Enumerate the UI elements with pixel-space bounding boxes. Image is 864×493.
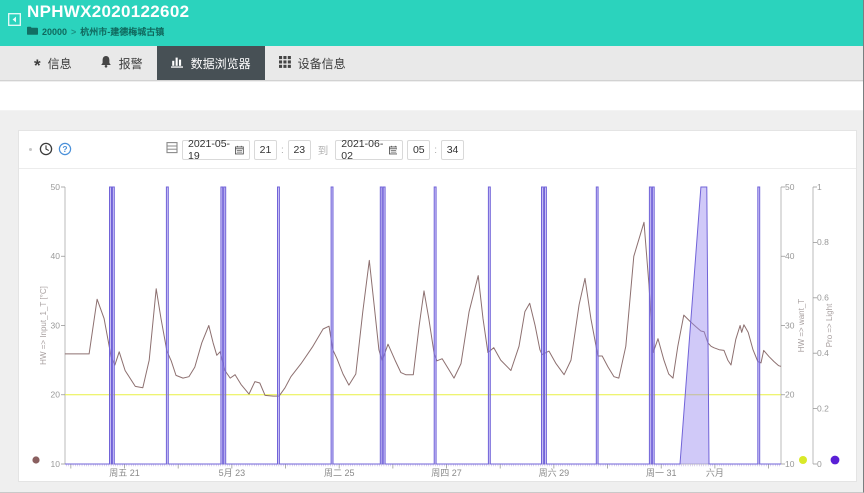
device-page: NPHWX2020122602 20000 > 杭州市-建德梅城古镇 * 信息 … <box>0 0 864 493</box>
svg-text:?: ? <box>62 144 67 154</box>
clock-icon[interactable] <box>39 142 53 156</box>
x-tick-label: 周二 25 <box>324 468 355 478</box>
y-tick-label: 50 <box>785 182 795 192</box>
y-tick-label: 0.2 <box>817 403 829 413</box>
tab-bar: * 信息 报警 数据浏览器 <box>0 46 863 81</box>
start-date-value: 2021-05-19 <box>188 138 235 162</box>
end-hour-input[interactable]: 05 <box>407 140 430 160</box>
y-tick-label: 30 <box>785 320 795 330</box>
page-header: NPHWX2020122602 20000 > 杭州市-建德梅城古镇 <box>0 0 863 46</box>
start-date-input[interactable]: 2021-05-19 <box>182 140 250 160</box>
tab-alarm[interactable]: 报警 <box>86 46 157 80</box>
tab-label: 报警 <box>119 55 143 72</box>
tab-info[interactable]: * 信息 <box>20 46 86 80</box>
y-tick-label: 50 <box>51 182 61 192</box>
series-light <box>65 187 781 464</box>
tab-data-browser[interactable]: 数据浏览器 <box>157 46 265 80</box>
end-date-value: 2021-06-02 <box>341 138 388 162</box>
end-minute-value: 34 <box>447 144 459 156</box>
x-tick-label: 周五 21 <box>109 468 140 478</box>
grid-icon <box>279 56 291 71</box>
device-location[interactable]: 杭州市-建德梅城古镇 <box>80 25 164 38</box>
y-tick-label: 0 <box>817 459 822 469</box>
help-icon[interactable]: ? <box>58 142 72 156</box>
y-tick-label: 40 <box>785 251 795 261</box>
breadcrumb: 20000 > 杭州市-建德梅城古镇 <box>27 25 164 38</box>
device-title: NPHWX2020122602 <box>27 2 189 22</box>
time-range-controls: 2021-05-19 21 : 23 到 2021-06-02 05 : 34 <box>166 140 464 160</box>
x-tick-label: 周六 29 <box>539 467 570 478</box>
breadcrumb-separator: > <box>71 27 76 37</box>
site-id[interactable]: 20000 <box>42 27 67 37</box>
legend-dot-want-t[interactable] <box>799 456 807 464</box>
time-colon: : <box>434 145 437 156</box>
start-minute-input[interactable]: 23 <box>288 140 311 160</box>
axis-title-left: HW => Input_1_T [°C] <box>39 286 48 365</box>
y-tick-label: 0.6 <box>817 293 829 303</box>
x-tick-label: 周一 31 <box>646 468 677 478</box>
legend-dot-input-1-t[interactable] <box>32 456 39 463</box>
legend-dot-light[interactable] <box>831 456 840 465</box>
content-spacer <box>0 82 863 111</box>
y-tick-label: 40 <box>51 251 61 261</box>
bar-chart-icon <box>171 56 184 71</box>
y-tick-label: 20 <box>51 390 61 400</box>
axis-title-right-2: Pro => Light <box>825 303 834 347</box>
series-input-1-t <box>65 222 781 396</box>
range-to-label: 到 <box>315 143 332 158</box>
calendar-list-icon[interactable] <box>166 141 178 159</box>
x-tick-label: 5月 23 <box>219 468 246 478</box>
sidebar-collapse-icon[interactable] <box>8 13 21 26</box>
y-tick-label: 0.8 <box>817 237 829 247</box>
tab-label: 设备信息 <box>298 55 346 72</box>
tab-label: 信息 <box>48 55 72 72</box>
x-tick-label: 六月 <box>706 467 724 478</box>
calendar-icon <box>389 145 398 155</box>
data-browser-panel: ? 2021-05-19 21 : 23 到 2021-06-02 05 <box>18 130 857 482</box>
y-tick-label: 10 <box>785 459 795 469</box>
calendar-icon <box>235 145 244 155</box>
start-hour-value: 21 <box>260 144 272 156</box>
asterisk-icon: * <box>34 61 41 71</box>
axis-title-right-1: HW => want_T <box>797 299 806 352</box>
time-colon: : <box>281 145 284 156</box>
bell-icon <box>100 55 112 71</box>
chart-toolbar: ? 2021-05-19 21 : 23 到 2021-06-02 05 <box>19 131 856 169</box>
status-dot <box>29 148 32 151</box>
y-tick-label: 30 <box>51 320 61 330</box>
start-minute-value: 23 <box>293 144 305 156</box>
tab-label: 数据浏览器 <box>191 55 251 72</box>
tab-device-info[interactable]: 设备信息 <box>265 46 360 80</box>
y-tick-label: 0.4 <box>817 348 829 358</box>
end-hour-value: 05 <box>413 144 425 156</box>
timeseries-chart[interactable]: 周五 215月 23周二 25周四 27周六 29周一 31六月10203040… <box>19 171 858 483</box>
start-hour-input[interactable]: 21 <box>254 140 277 160</box>
folder-icon <box>27 26 38 37</box>
y-tick-label: 1 <box>817 182 822 192</box>
x-tick-label: 周四 27 <box>431 468 462 478</box>
end-minute-input[interactable]: 34 <box>441 140 464 160</box>
end-date-input[interactable]: 2021-06-02 <box>335 140 403 160</box>
y-tick-label: 10 <box>51 459 61 469</box>
y-tick-label: 20 <box>785 390 795 400</box>
